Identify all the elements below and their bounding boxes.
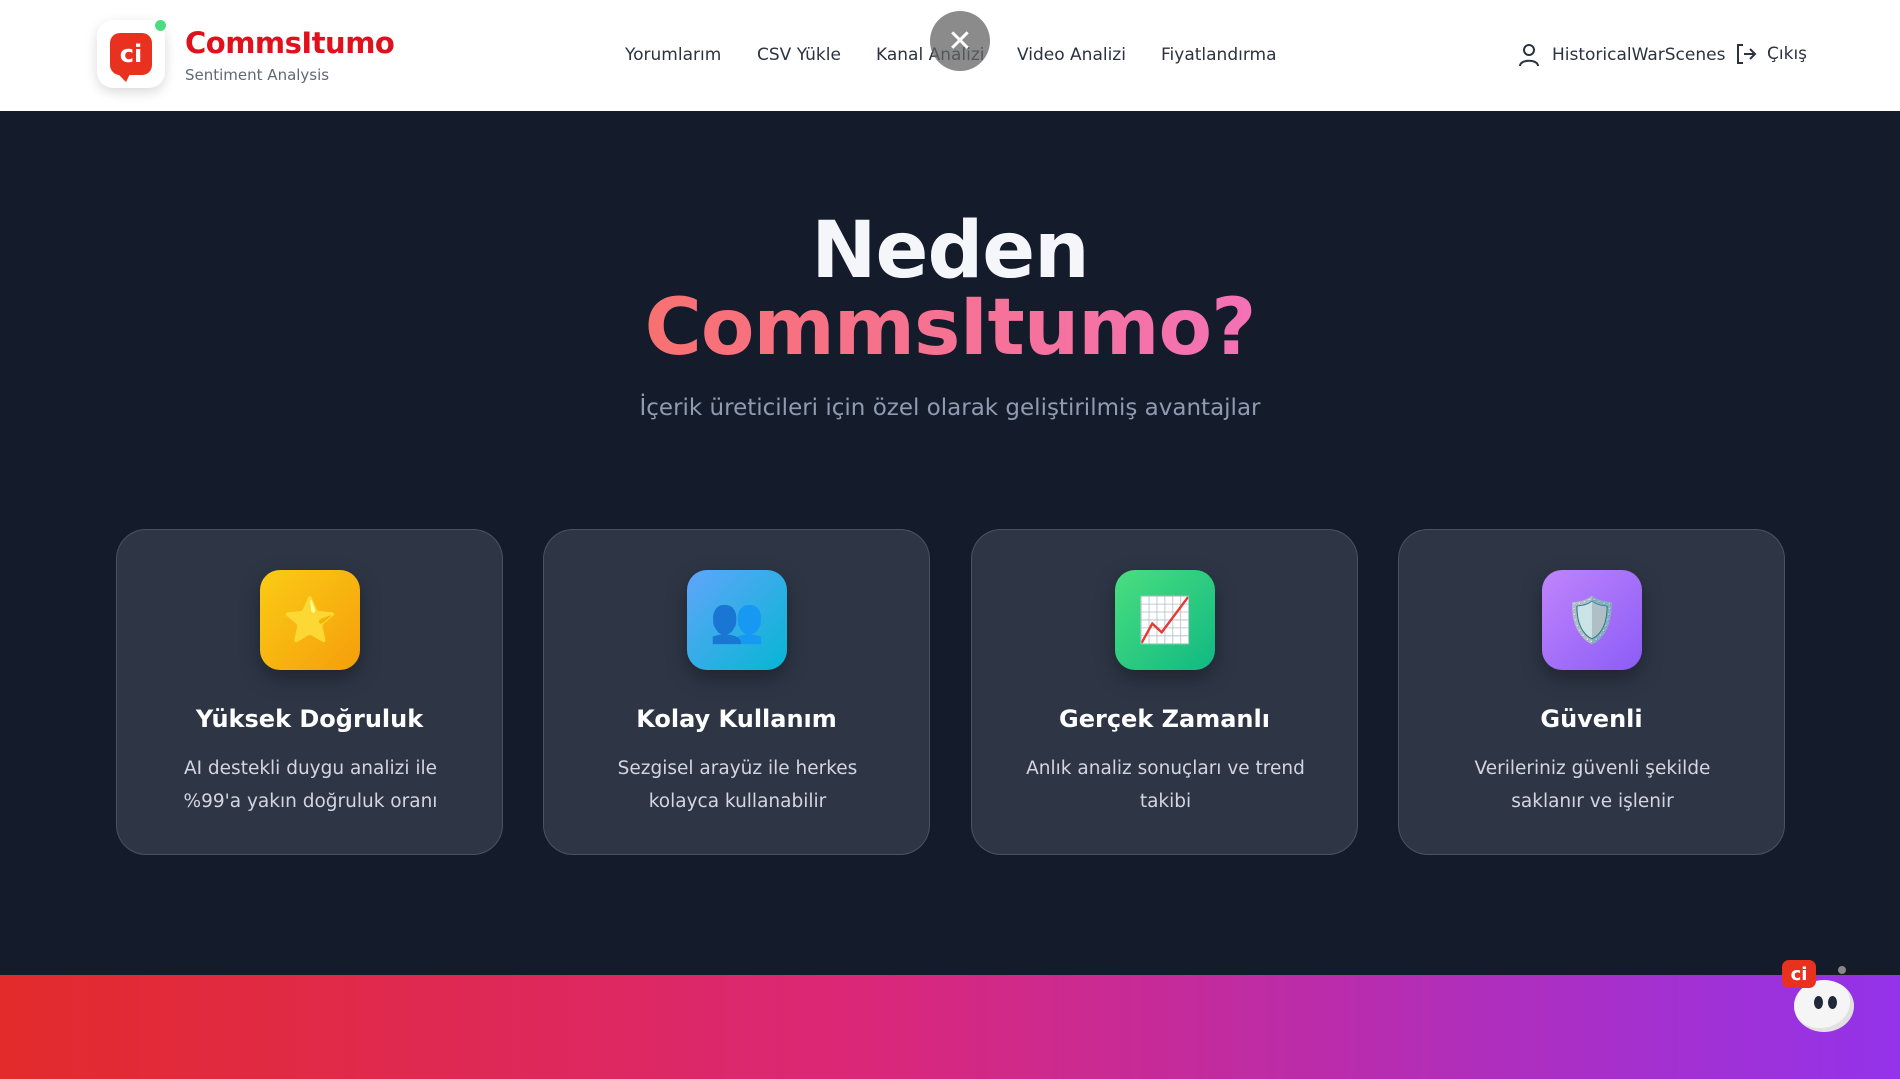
feature-description: AI destekli duygu analizi ile %99'a yakı… bbox=[183, 758, 438, 812]
feature-description: Anlık analiz sonuçları ve trend takibi bbox=[1026, 758, 1305, 812]
shield-icon: 🛡️ bbox=[1542, 570, 1642, 670]
feature-description: Verileriniz güvenli şekilde saklanır ve … bbox=[1474, 758, 1711, 812]
logout-button[interactable]: Çıkış bbox=[1735, 43, 1807, 65]
mascot-status-dot bbox=[1838, 966, 1846, 974]
logout-label: Çıkış bbox=[1767, 44, 1808, 64]
logout-icon bbox=[1737, 44, 1757, 64]
nav-item-csv-yukle[interactable]: CSV Yükle bbox=[757, 45, 841, 65]
nav-item-yorumlarim[interactable]: Yorumlarım bbox=[625, 45, 721, 65]
logo-badge: ci bbox=[110, 33, 152, 82]
user-name: HistoricalWarScenes bbox=[1552, 45, 1726, 65]
cta-gradient-section bbox=[0, 975, 1900, 1079]
users-icon: 👥 bbox=[687, 570, 787, 670]
hero-title-line2: CommsItumo? bbox=[0, 283, 1900, 373]
top-navbar: ci CommsItumo Sentiment Analysis Yorumla… bbox=[0, 0, 1900, 111]
brand-name[interactable]: CommsItumo bbox=[185, 26, 395, 60]
feature-title: Yüksek Doğruluk bbox=[195, 705, 424, 733]
feature-title: Kolay Kullanım bbox=[636, 705, 837, 733]
close-icon: ✕ bbox=[947, 23, 973, 59]
nav-item-video-analizi[interactable]: Video Analizi bbox=[1017, 45, 1126, 65]
close-overlay-button[interactable]: ✕ bbox=[930, 11, 990, 71]
chart-icon: 📈 bbox=[1115, 570, 1215, 670]
feature-card-ease: 👥 Kolay Kullanım Sezgisel arayüz ile her… bbox=[543, 529, 930, 855]
user-icon bbox=[1519, 44, 1539, 67]
feature-card-accuracy: ⭐ Yüksek Doğruluk AI destekli duygu anal… bbox=[116, 529, 503, 855]
brand-subtitle: Sentiment Analysis bbox=[185, 66, 330, 84]
hero-subtitle: İçerik üreticileri için özel olarak geli… bbox=[639, 395, 1261, 421]
feature-description: Sezgisel arayüz ile herkes kolayca kulla… bbox=[617, 758, 858, 812]
feature-card-security: 🛡️ Güvenli Verileriniz güvenli şekilde s… bbox=[1398, 529, 1785, 855]
star-icon: ⭐ bbox=[260, 570, 360, 670]
nav-item-fiyatlandirma[interactable]: Fiyatlandırma bbox=[1161, 45, 1277, 65]
mascot-eye-right bbox=[1828, 996, 1837, 1009]
chat-mascot-widget[interactable]: ci bbox=[1782, 960, 1862, 1040]
feature-title: Güvenli bbox=[1540, 705, 1643, 733]
mascot-eye-left bbox=[1814, 996, 1823, 1009]
mascot-badge: ci bbox=[1782, 960, 1816, 988]
hero-title-brand: CommsItumo? bbox=[644, 283, 1257, 373]
feature-card-realtime: 📈 Gerçek Zamanlı Anlık analiz sonuçları … bbox=[971, 529, 1358, 855]
user-profile-link[interactable]: HistoricalWarScenes bbox=[1518, 43, 1725, 67]
feature-title: Gerçek Zamanlı bbox=[1059, 705, 1270, 733]
online-status-dot bbox=[153, 18, 168, 33]
